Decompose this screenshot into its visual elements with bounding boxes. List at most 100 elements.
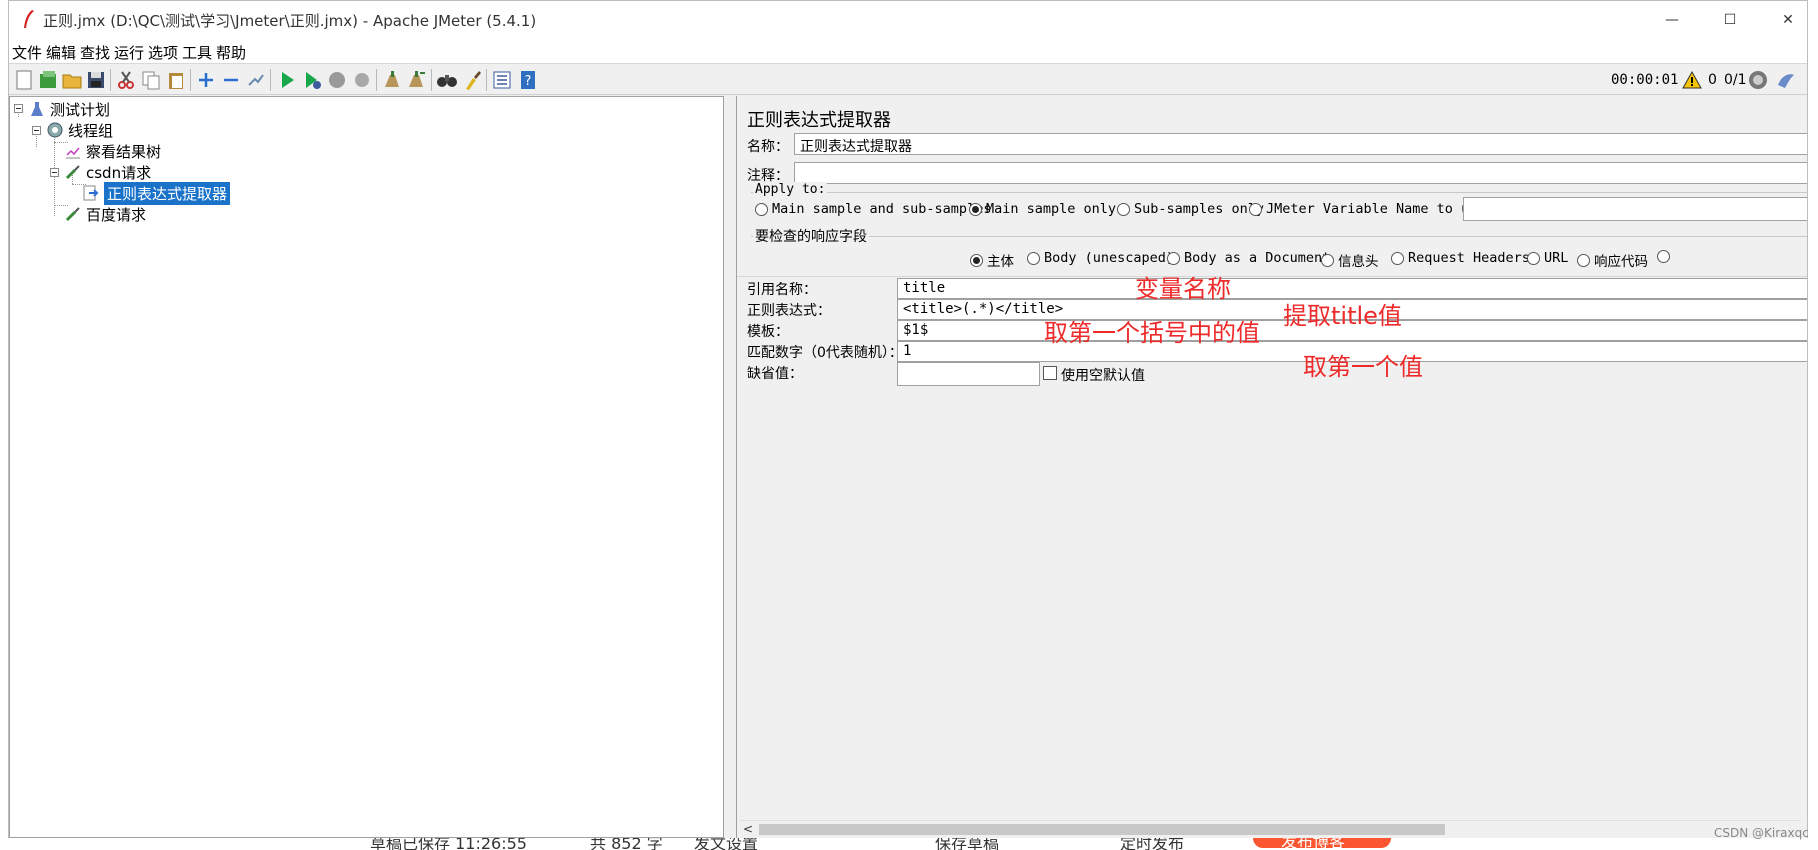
tree-node-label-selected: 正则表达式提取器 bbox=[104, 181, 231, 205]
pane-splitter[interactable] bbox=[724, 96, 736, 838]
field-response-message-radio[interactable] bbox=[1657, 250, 1674, 263]
radio-label: Sub-samples only bbox=[1134, 201, 1265, 217]
publish-blog-button[interactable]: 发布博客 bbox=[1253, 838, 1391, 850]
section-divider bbox=[737, 276, 1807, 277]
menu-tools[interactable]: 工具 bbox=[182, 42, 212, 63]
panel-title: 正则表达式提取器 bbox=[747, 110, 891, 131]
radio-dot-selected bbox=[969, 202, 982, 216]
copy-icon[interactable] bbox=[140, 69, 162, 91]
clear-all-icon[interactable] bbox=[406, 69, 428, 91]
field-headers-radio[interactable]: 信息头 bbox=[1321, 250, 1379, 270]
maximize-button[interactable]: ☐ bbox=[1701, 1, 1759, 39]
search-binoculars-icon[interactable] bbox=[436, 69, 458, 91]
reference-name-label: 引用名称： bbox=[747, 282, 817, 298]
collapse-test-plan-toggle[interactable] bbox=[14, 104, 23, 113]
draft-saved-text: 草稿已保存 11:26:55 bbox=[370, 838, 527, 850]
default-value-input[interactable] bbox=[897, 362, 1040, 386]
group-border bbox=[751, 192, 1807, 193]
collapse-thread-group-toggle[interactable] bbox=[32, 126, 41, 135]
default-value-label: 缺省值： bbox=[747, 366, 803, 382]
tree-node-regex-extractor[interactable]: 正则表达式提取器 bbox=[82, 181, 231, 205]
tree-node-view-results-tree[interactable]: 察看结果树 bbox=[64, 140, 161, 162]
tree-node-label: 线程组 bbox=[68, 121, 114, 140]
radio-label: Main sample only bbox=[986, 201, 1117, 217]
paste-icon[interactable] bbox=[165, 69, 187, 91]
field-response-code-radio[interactable]: 响应代码 bbox=[1577, 250, 1648, 270]
stop-icon[interactable] bbox=[326, 69, 348, 91]
test-plan-tree: 测试计划 线程组 察看结果树 csdn请求 正则表达式提取器 百度请求 bbox=[9, 96, 724, 838]
name-label: 名称： bbox=[747, 139, 789, 155]
post-settings-link[interactable]: 发文设置 bbox=[694, 838, 758, 850]
pipette-icon bbox=[65, 207, 80, 222]
radio-label: Body as a Document bbox=[1184, 250, 1331, 266]
tree-node-thread-group[interactable]: 线程组 bbox=[46, 119, 113, 141]
menu-bar: 文件 编辑 查找 运行 选项 工具 帮助 bbox=[9, 39, 1807, 63]
radio-dot bbox=[1117, 202, 1130, 216]
collapse-all-icon[interactable] bbox=[220, 69, 242, 91]
apply-sub-only-radio[interactable]: Sub-samples only bbox=[1117, 201, 1264, 217]
tree-node-baidu-request[interactable]: 百度请求 bbox=[64, 203, 146, 225]
new-file-icon[interactable] bbox=[13, 69, 35, 91]
shutdown-icon[interactable] bbox=[351, 69, 373, 91]
gear-icon bbox=[47, 122, 63, 138]
scroll-left-icon[interactable]: < bbox=[743, 822, 753, 836]
close-button[interactable]: ✕ bbox=[1759, 1, 1807, 39]
toggle-icon[interactable] bbox=[245, 69, 267, 91]
word-count-text: 共 852 字 bbox=[590, 838, 663, 850]
collapse-csdn-request-toggle[interactable] bbox=[50, 168, 59, 177]
start-icon[interactable] bbox=[276, 69, 298, 91]
menu-options[interactable]: 选项 bbox=[148, 42, 178, 63]
scrollbar-thumb[interactable] bbox=[759, 824, 1445, 835]
radio-dot bbox=[1321, 253, 1334, 267]
radio-label: 信息头 bbox=[1338, 254, 1379, 270]
title-bar: 正则.jmx (D:\QC\测试\学习\Jmeter\正则.jmx) - Apa… bbox=[9, 1, 1807, 39]
radio-label: URL bbox=[1544, 250, 1569, 266]
cut-icon[interactable] bbox=[115, 69, 137, 91]
apply-main-and-sub-radio[interactable]: Main sample and sub-samples bbox=[755, 201, 991, 217]
name-input[interactable]: 正则表达式提取器 bbox=[794, 133, 1807, 155]
jmeter-variable-input[interactable] bbox=[1463, 197, 1807, 221]
tree-node-csdn-request[interactable]: csdn请求 bbox=[64, 161, 151, 183]
save-icon[interactable] bbox=[85, 69, 107, 91]
field-request-headers-radio[interactable]: Request Headers bbox=[1391, 250, 1530, 266]
radio-dot bbox=[1391, 251, 1404, 265]
apply-main-only-radio[interactable]: Main sample only bbox=[969, 201, 1116, 217]
apply-jmeter-variable-radio[interactable]: JMeter Variable Name to use bbox=[1249, 201, 1485, 217]
menu-search[interactable]: 查找 bbox=[80, 42, 110, 63]
publish-blog-label: 发布博客 bbox=[1281, 838, 1346, 850]
annotation-extract-title: 提取title值 bbox=[1283, 302, 1402, 330]
help-icon[interactable]: ? bbox=[517, 69, 539, 91]
field-body-radio[interactable]: 主体 bbox=[970, 250, 1014, 270]
menu-file[interactable]: 文件 bbox=[12, 42, 42, 63]
active-threads: 0/1 bbox=[1724, 72, 1747, 88]
reset-search-icon[interactable] bbox=[461, 69, 483, 91]
open-folder-icon[interactable] bbox=[61, 69, 83, 91]
radio-label: Main sample and sub-samples bbox=[772, 201, 992, 217]
schedule-publish-button[interactable]: 定时发布 bbox=[1120, 838, 1184, 850]
menu-edit[interactable]: 编辑 bbox=[46, 42, 76, 63]
function-helper-icon[interactable] bbox=[491, 69, 513, 91]
clear-icon[interactable] bbox=[381, 69, 403, 91]
menu-help[interactable]: 帮助 bbox=[216, 42, 246, 63]
tree-node-test-plan[interactable]: 测试计划 bbox=[28, 98, 110, 120]
minimize-button[interactable]: — bbox=[1643, 1, 1701, 39]
toolbar-separator bbox=[376, 69, 377, 91]
save-draft-button[interactable]: 保存草稿 bbox=[935, 838, 999, 850]
field-url-radio[interactable]: URL bbox=[1527, 250, 1568, 266]
horizontal-scrollbar[interactable]: < bbox=[741, 820, 1801, 837]
minimize-icon: — bbox=[1665, 12, 1679, 28]
radio-label: 响应代码 bbox=[1594, 254, 1648, 270]
expand-all-icon[interactable] bbox=[195, 69, 217, 91]
field-body-document-radio[interactable]: Body as a Document bbox=[1167, 250, 1330, 266]
radio-label: Body (unescaped) bbox=[1044, 250, 1175, 266]
start-no-pauses-icon[interactable] bbox=[301, 69, 323, 91]
remote-status-icon bbox=[1749, 71, 1767, 89]
jmeter-window: 正则.jmx (D:\QC\测试\学习\Jmeter\正则.jmx) - Apa… bbox=[8, 0, 1808, 840]
menu-run[interactable]: 运行 bbox=[114, 42, 144, 63]
comment-input[interactable] bbox=[794, 162, 1807, 184]
radio-label: Request Headers bbox=[1408, 250, 1530, 266]
warning-icon[interactable] bbox=[1682, 70, 1702, 90]
field-body-unescaped-radio[interactable]: Body (unescaped) bbox=[1027, 250, 1174, 266]
templates-icon[interactable] bbox=[37, 69, 59, 91]
use-empty-default-checkbox[interactable] bbox=[1043, 366, 1057, 380]
